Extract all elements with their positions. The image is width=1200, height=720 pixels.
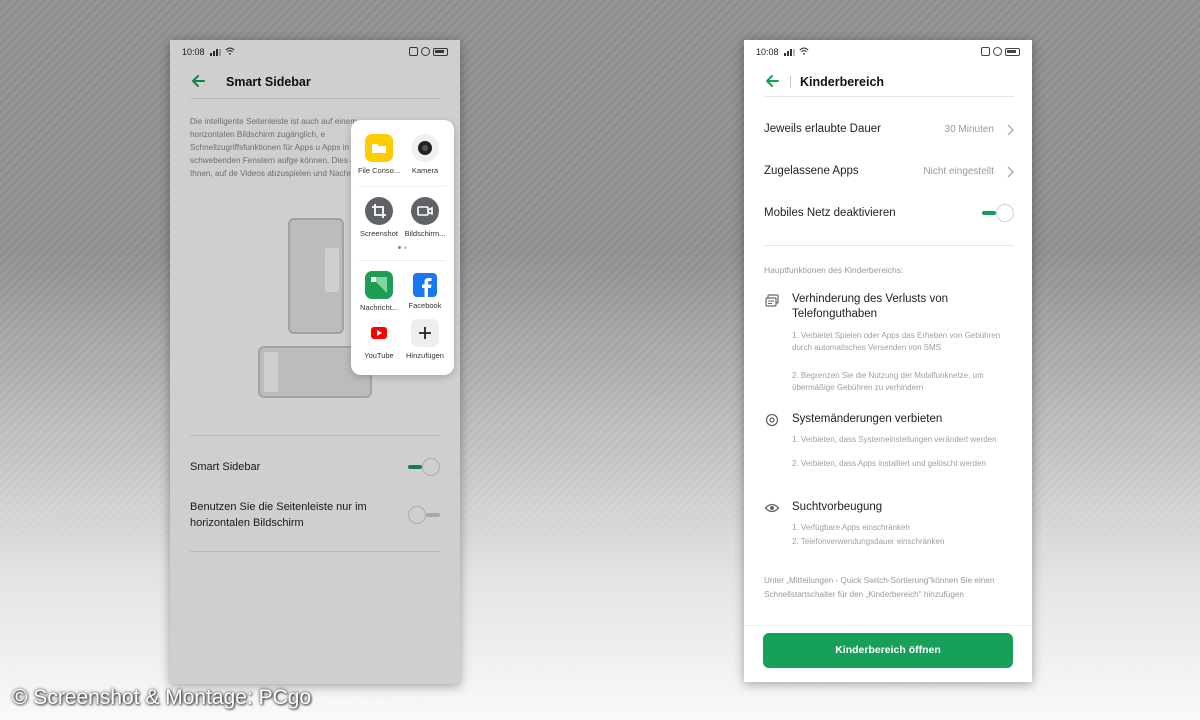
allowed-apps-value: Nicht eingestellt: [923, 166, 994, 177]
feature-text: 1. Verbietet Spielen oder Apps das Erheb…: [792, 331, 1001, 352]
folder-icon: [365, 134, 393, 162]
message-icon: [365, 271, 393, 299]
feature-title: Verhinderung des Verlusts von Telefongut…: [792, 293, 948, 320]
allowed-apps-row[interactable]: Zugelassene Apps Nicht eingestellt: [764, 163, 1014, 183]
feature-text: 2. Begrenzen Sie die Nutzung der Mobilfu…: [792, 371, 984, 392]
divider: [744, 625, 1032, 626]
status-time: 10:08: [756, 47, 779, 57]
section-header: Hauptfunktionen des Kinderbereichs:: [764, 265, 904, 275]
sidebar-item-label: Facebook: [408, 301, 442, 310]
status-bar: 10:08: [744, 40, 1032, 64]
sidebar-item-nachrichten[interactable]: Nachricht...: [354, 271, 404, 312]
mute-icon: [981, 47, 990, 56]
sidebar-item-kamera[interactable]: Kamera: [400, 134, 450, 175]
open-kinderbereich-button[interactable]: Kinderbereich öffnen: [763, 633, 1013, 668]
mobile-data-toggle[interactable]: [982, 204, 1014, 222]
sidebar-item-hinzufuegen[interactable]: Hinzufügen: [400, 319, 450, 360]
plus-icon: [411, 319, 439, 347]
sidebar-item-label: YouTube: [364, 351, 394, 360]
mobile-data-row: Mobiles Netz deaktivieren: [764, 205, 1014, 225]
feature-text: 1. Verfügbare Apps einschränken: [792, 523, 910, 532]
phone-kinderbereich: 10:08 Kinderbereich Jeweils erlaubte Dau…: [744, 40, 1032, 682]
title-separator: [790, 76, 791, 88]
mobile-data-label: Mobiles Netz deaktivieren: [764, 207, 896, 219]
battery-icon: [1005, 47, 1020, 56]
sidebar-item-facebook[interactable]: Facebook: [400, 271, 450, 310]
feature-text: 2. Verbieten, dass Apps installiert und …: [792, 459, 986, 468]
chevron-right-icon: [1007, 124, 1014, 136]
allowed-duration-row[interactable]: Jeweils erlaubte Dauer 30 Minuten: [764, 121, 1014, 141]
sidebar-item-file-console[interactable]: File Conso...: [354, 134, 404, 175]
smart-sidebar-panel: File Conso... Kamera Screenshot Bildschi…: [351, 120, 454, 375]
facebook-icon: [413, 273, 437, 297]
back-arrow-icon[interactable]: [764, 73, 780, 89]
sidebar-item-label: Kamera: [411, 166, 439, 175]
sidebar-item-label: File Conso...: [357, 166, 401, 175]
sidebar-item-label: Nachricht...: [360, 303, 398, 312]
phone-smart-sidebar: 10:08 Smart Sidebar Die intelligente Sei…: [170, 40, 460, 684]
info-note: Unter „Mitteilungen - Quick Switch-Sorti…: [764, 576, 995, 599]
allowed-duration-label: Jeweils erlaubte Dauer: [764, 123, 881, 135]
sidebar-item-label: Bildschirm...: [404, 229, 446, 238]
watermark: © Screenshot & Montage: PCgo: [12, 686, 312, 709]
sidebar-item-youtube[interactable]: YouTube: [354, 319, 404, 360]
sidebar-item-bildschirm[interactable]: Bildschirm...: [400, 197, 450, 238]
allowed-apps-label: Zugelassene Apps: [764, 165, 859, 177]
feature-text: 1. Verbieten, dass Systemeinstellungen v…: [792, 435, 997, 444]
sidebar-separator: [359, 260, 446, 261]
wifi-icon: [799, 47, 809, 55]
sidebar-item-label: Screenshot: [360, 229, 398, 238]
chevron-right-icon: [1007, 166, 1014, 178]
divider: [764, 96, 1014, 97]
allowed-duration-value: 30 Minuten: [944, 124, 994, 135]
feature-title: Suchtvorbeugung: [792, 501, 883, 513]
vibrate-icon: [993, 47, 1002, 56]
sidebar-item-label: Hinzufügen: [406, 351, 444, 360]
video-icon: [411, 197, 439, 225]
youtube-icon: [365, 319, 393, 347]
sidebar-separator: [359, 186, 446, 187]
page-indicator: [398, 246, 407, 249]
crop-icon: [365, 197, 393, 225]
camera-icon: [411, 134, 439, 162]
eye-icon: [764, 503, 780, 513]
signal-icon: [784, 49, 796, 56]
feature-text: 2. Telefonverwendungsdauer einschränken: [792, 537, 945, 546]
divider: [764, 245, 1014, 246]
feature-title: Systemänderungen verbieten: [792, 413, 943, 425]
messages-icon: [765, 294, 779, 307]
app-bar: Kinderbereich: [744, 64, 1032, 98]
sidebar-item-screenshot[interactable]: Screenshot: [354, 197, 404, 238]
page-title: Kinderbereich: [800, 75, 885, 89]
settings-icon: [765, 413, 779, 427]
